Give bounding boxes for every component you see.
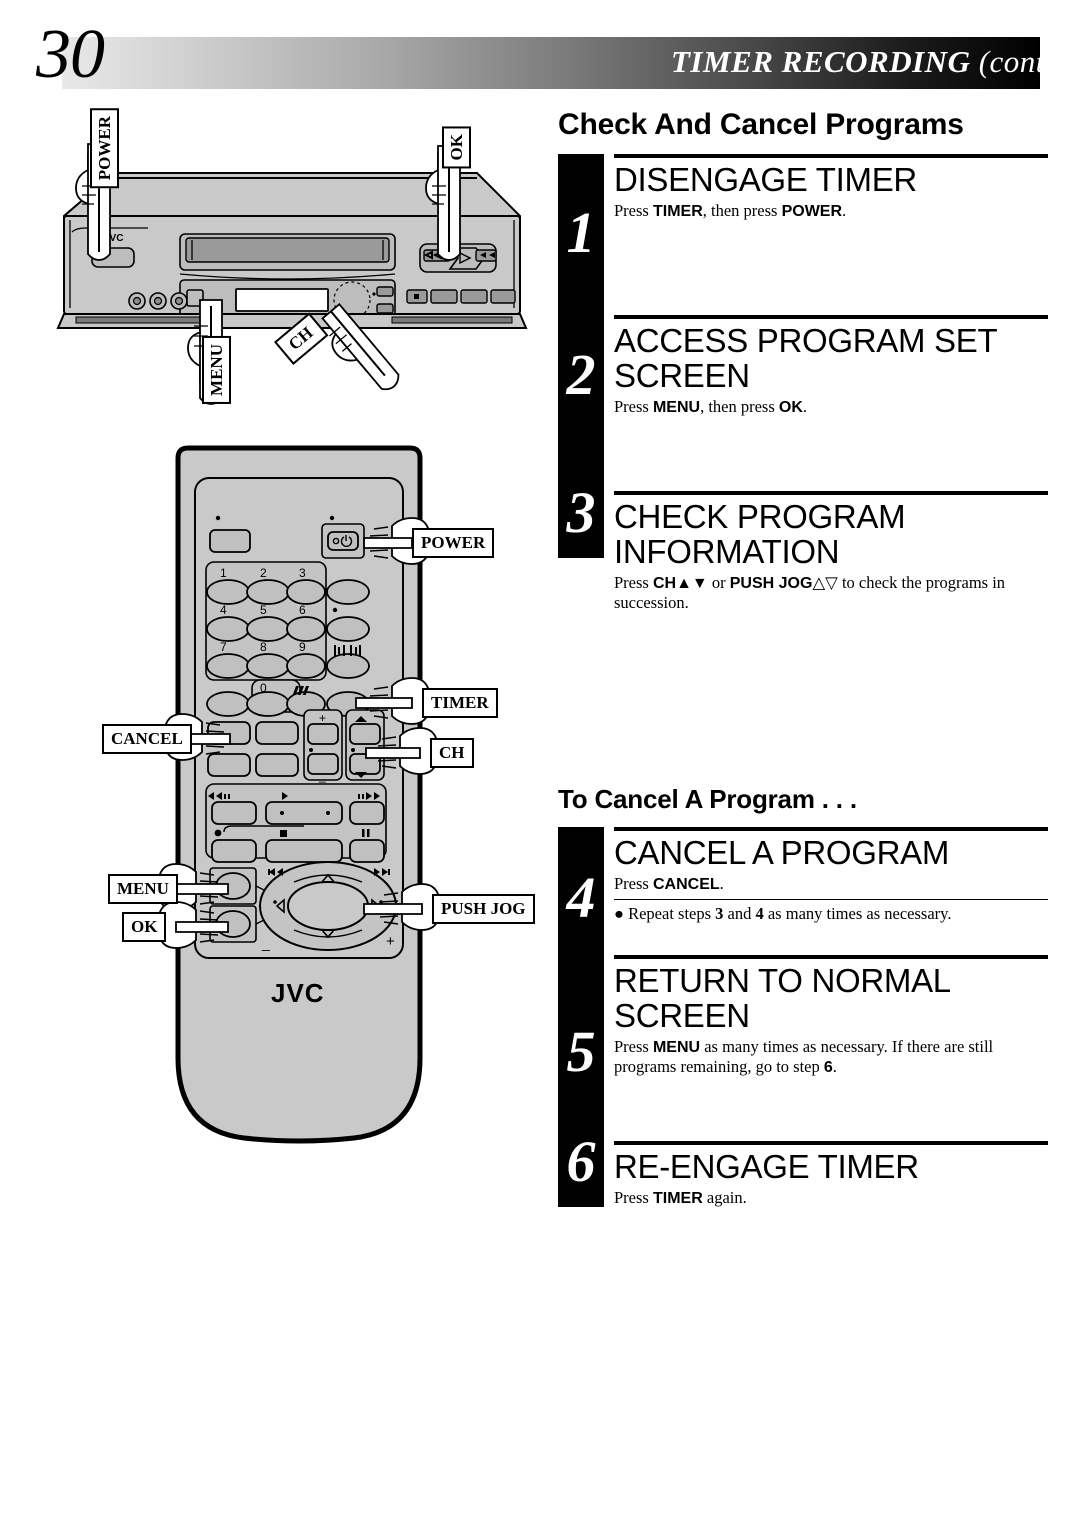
- remote-callout-timer: TIMER: [422, 688, 498, 718]
- remote-callout-ch: CH: [430, 738, 474, 768]
- step-4-note: ● Repeat steps 3 and 4 as many times as …: [614, 899, 1048, 923]
- svg-text:7: 7: [220, 640, 227, 654]
- page-title-main: TIMER RECORDING: [670, 44, 971, 79]
- step-rule: [614, 1141, 1048, 1145]
- step-5-heading: RETURN TO NORMAL SCREEN: [614, 962, 951, 1034]
- instructions-column: Check And Cancel Programs 1 2 3 DISENGAG…: [548, 100, 1048, 1210]
- step-number-5: 5: [566, 1019, 596, 1084]
- step-4-heading: CANCEL A PROGRAM: [614, 834, 950, 871]
- step-5: RETURN TO NORMAL SCREEN Press MENU as ma…: [614, 955, 1048, 1141]
- step-4: CANCEL A PROGRAM Press CANCEL. ● Repeat …: [614, 827, 1048, 955]
- vcr-front-panel-illustration: .ln { fill:none; stroke:#000; stroke-wid…: [52, 108, 532, 438]
- remote-callout-power: POWER: [412, 528, 495, 558]
- step-2: ACCESS PROGRAM SET SCREEN Press MENU, th…: [614, 315, 1048, 491]
- step-2-body: Press MENU, then press OK.: [614, 397, 808, 416]
- step-3-body: Press CH▲▼ or PUSH JOG△▽ to check the pr…: [614, 573, 1006, 612]
- step-1-body: Press TIMER, then press POWER.: [614, 201, 847, 220]
- step-5-body: Press MENU as many times as necessary. I…: [614, 1037, 994, 1076]
- subsection-title: To Cancel A Program . . .: [558, 784, 857, 814]
- step-6-heading: RE-ENGAGE TIMER: [614, 1148, 919, 1185]
- svg-text:_: _: [318, 769, 326, 783]
- step-number-3: 3: [566, 480, 596, 545]
- step-1: DISENGAGE TIMER Press TIMER, then press …: [614, 154, 1048, 315]
- remote-brand-logo: JVC: [271, 978, 325, 1008]
- page-number: 30: [36, 16, 105, 93]
- svg-text:1: 1: [220, 566, 227, 580]
- page-title: TIMER RECORDING (cont.): [671, 44, 1064, 80]
- step-4-body: Press CANCEL.: [614, 874, 724, 893]
- svg-text:6: 6: [299, 603, 306, 617]
- remote-callout-cancel: CANCEL: [102, 724, 192, 754]
- step-rule: [614, 955, 1048, 959]
- step-group-2: 4 5 6 CANCEL A PROGRAM Press CANCEL. ● R…: [548, 827, 1048, 1210]
- svg-text:_: _: [261, 935, 270, 951]
- svg-text:5: 5: [260, 603, 267, 617]
- svg-text:2: 2: [260, 566, 267, 580]
- remote-callout-push-jog: PUSH JOG: [432, 894, 535, 924]
- remote-callout-ok: OK: [122, 912, 167, 942]
- step-3-heading: CHECK PROGRAM INFORMATION: [614, 498, 906, 570]
- vcr-callout-power: POWER: [90, 108, 119, 189]
- step-6-body: Press TIMER again.: [614, 1188, 747, 1207]
- step-rule: [614, 315, 1048, 319]
- step-number-4: 4: [566, 865, 596, 930]
- remote-control-illustration: .rb { fill:#c9c9c9; stroke:#000; stroke-…: [100, 440, 535, 1180]
- step-rule: [614, 827, 1048, 831]
- svg-text:0: 0: [260, 681, 267, 695]
- step-number-6: 6: [566, 1129, 596, 1194]
- step-group-1: 1 2 3 DISENGAGE TIMER Press TIMER, then …: [548, 154, 1048, 710]
- vcr-callout-ok: OK: [442, 126, 471, 169]
- step-2-heading: ACCESS PROGRAM SET SCREEN: [614, 322, 998, 394]
- step-6: RE-ENGAGE TIMER Press TIMER again.: [614, 1141, 1048, 1210]
- remote-callout-menu: MENU: [108, 874, 178, 904]
- svg-text:+: +: [319, 711, 326, 725]
- page-header: 30 TIMER RECORDING (cont.): [0, 0, 1080, 100]
- step-1-heading: DISENGAGE TIMER: [614, 161, 917, 198]
- step-number-2: 2: [566, 342, 596, 407]
- svg-text:9: 9: [299, 640, 306, 654]
- step-3: CHECK PROGRAM INFORMATION Press CH▲▼ or …: [614, 491, 1048, 710]
- svg-text:+: +: [386, 933, 395, 950]
- svg-text:8: 8: [260, 640, 267, 654]
- svg-text:3: 3: [299, 566, 306, 580]
- step-rule: [614, 154, 1048, 158]
- section-title: Check And Cancel Programs: [558, 108, 964, 141]
- step-rule: [614, 491, 1048, 495]
- vcr-callout-menu: MENU: [202, 336, 231, 404]
- svg-text:4: 4: [220, 603, 227, 617]
- page-title-cont: (cont.): [978, 44, 1064, 79]
- step-number-1: 1: [566, 200, 596, 265]
